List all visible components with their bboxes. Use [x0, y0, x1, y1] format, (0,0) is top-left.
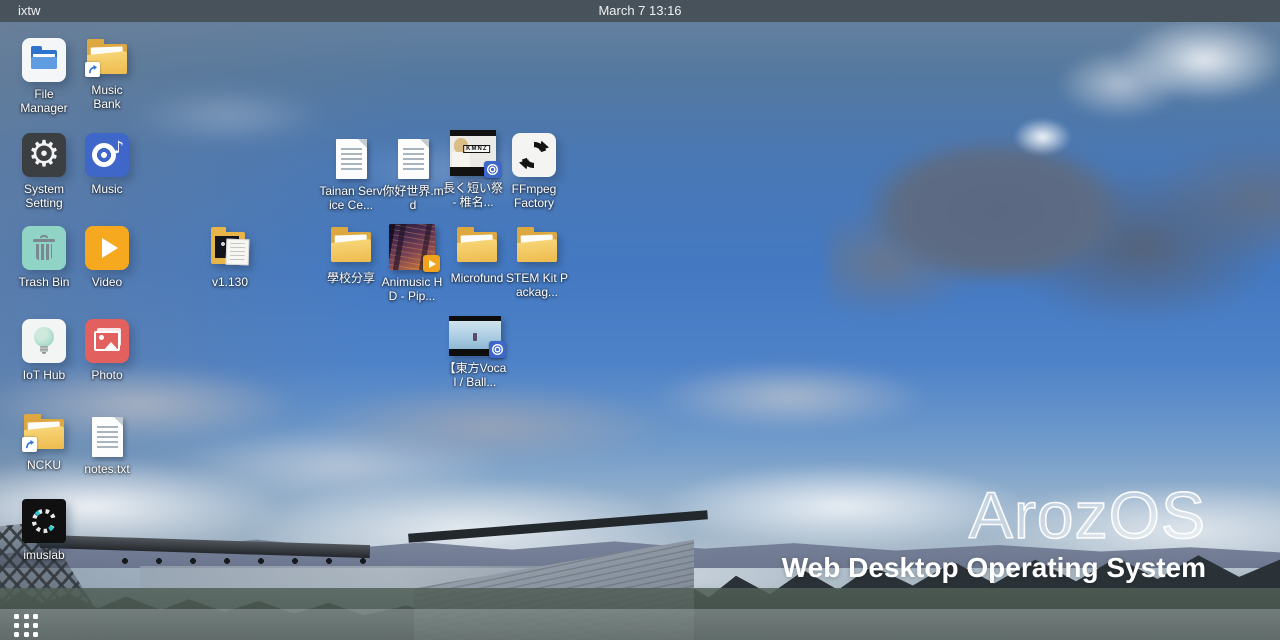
brand-subtitle: Web Desktop Operating System — [782, 552, 1206, 584]
folder-icon — [454, 226, 500, 266]
folder-preview-icon — [207, 226, 253, 270]
music-badge-icon — [489, 341, 506, 358]
clock-label: March 7 13:16 — [0, 3, 1280, 18]
folder-icon — [514, 226, 560, 266]
app-launcher-button[interactable] — [14, 613, 44, 637]
icon-label: IoT Hub — [23, 368, 65, 382]
desktop-icon-music[interactable]: ♪ Music — [67, 133, 147, 196]
ffmpeg-logo-icon — [512, 133, 556, 177]
brand-title: ArozOS — [782, 482, 1206, 548]
imuslab-logo-icon — [22, 499, 66, 543]
icon-label: STEM Kit P ackag... — [506, 271, 568, 299]
album-art-thumbnail: KMNZ — [450, 130, 496, 176]
icon-label: Photo — [91, 368, 122, 382]
video-thumbnail — [389, 224, 435, 270]
desktop-icon-music-bank[interactable]: Music Bank — [67, 38, 147, 111]
file-manager-icon — [22, 38, 66, 82]
icon-label: notes.txt — [84, 462, 129, 476]
small-bright-cloud — [995, 107, 1090, 167]
desktop-icon-photo[interactable]: Photo — [67, 319, 147, 382]
icon-label: Music Bank — [91, 83, 122, 111]
branding: ArozOS Web Desktop Operating System — [782, 482, 1206, 584]
desktop-icon-touhou-vocal[interactable]: 【東方Voca l / Ball... — [435, 316, 515, 389]
trash-icon — [22, 226, 66, 270]
icon-label: v1.130 — [212, 275, 248, 289]
folder-shortcut-icon — [21, 413, 67, 453]
video-thumbnail — [449, 316, 501, 356]
icon-label: Video — [92, 275, 122, 289]
stadium-floodlights — [120, 556, 390, 566]
desktop-icon-video[interactable]: Video — [67, 226, 147, 289]
photo-stack-icon — [85, 319, 129, 363]
icon-label: Music — [91, 182, 122, 196]
icon-label: System Setting — [24, 182, 64, 210]
desktop-icon-stem-kit[interactable]: STEM Kit P ackag... — [497, 226, 577, 299]
icon-label: Microfund — [451, 271, 504, 285]
taskbar — [0, 609, 1280, 640]
shortcut-arrow-icon — [22, 437, 37, 452]
icon-label: Animusic H D - Pip... — [382, 275, 443, 303]
icon-label: imuslab — [23, 548, 64, 562]
text-file-icon — [398, 135, 429, 179]
play-icon — [85, 226, 129, 270]
folder-icon — [328, 226, 374, 266]
music-disc-icon: ♪ — [85, 133, 129, 177]
icon-label: FFmpeg Factory — [512, 182, 557, 210]
gear-icon: ⚙ — [22, 133, 66, 177]
icon-label: 【東方Voca l / Ball... — [444, 361, 507, 389]
text-file-icon — [336, 135, 367, 179]
top-bar: ixtw March 7 13:16 — [0, 0, 1280, 22]
album-art-text: KMNZ — [463, 145, 490, 153]
desktop-icon-notes-txt[interactable]: notes.txt — [67, 413, 147, 476]
icon-label: Trash Bin — [19, 275, 70, 289]
arozos-desktop: ixtw March 7 13:16 ArozOS Web Desktop Op… — [0, 0, 1280, 640]
folder-shortcut-icon — [84, 38, 130, 78]
desktop-icon-imuslab[interactable]: imuslab — [4, 499, 84, 562]
text-file-icon — [92, 413, 123, 457]
icon-label: File Manager — [20, 87, 67, 115]
corner-cloud — [1060, 22, 1280, 132]
icon-label: 學校分享 — [327, 271, 375, 285]
shortcut-arrow-icon — [85, 62, 100, 77]
lightbulb-icon — [22, 319, 66, 363]
desktop-icon-v1-130[interactable]: v1.130 — [190, 226, 270, 289]
icon-label: NCKU — [27, 458, 61, 472]
desktop-icon-ffmpeg-factory[interactable]: FFmpeg Factory — [494, 133, 574, 210]
